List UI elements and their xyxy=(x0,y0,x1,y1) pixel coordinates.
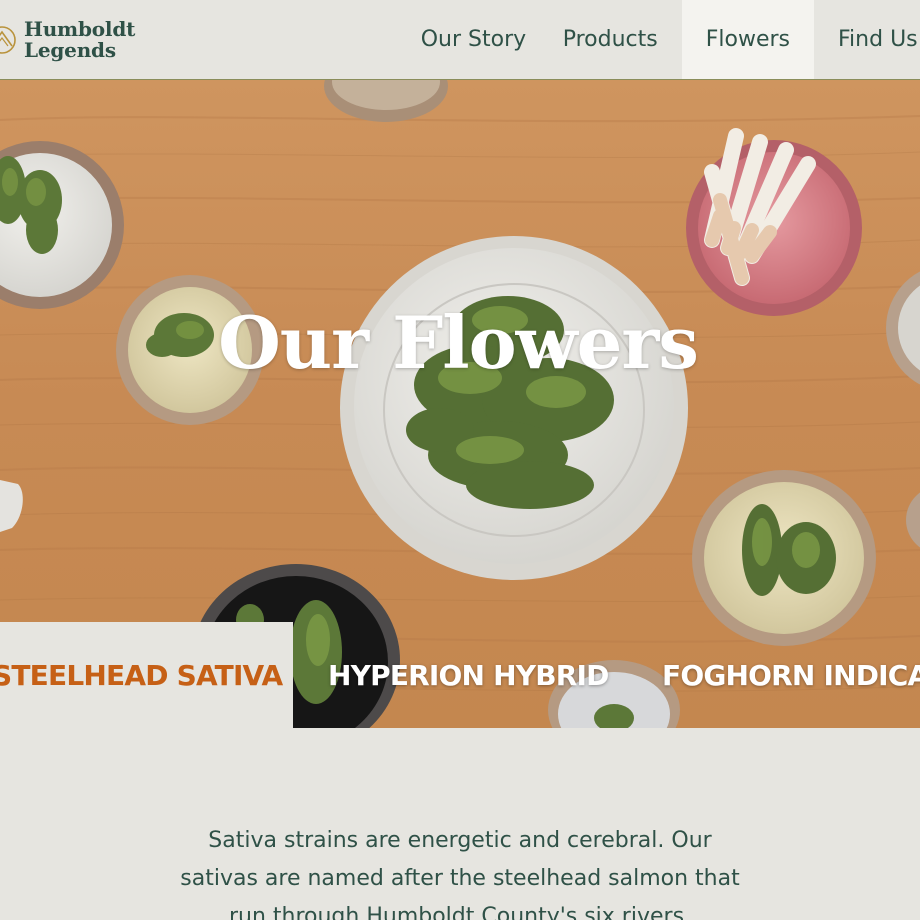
nav-item-products[interactable]: Products xyxy=(539,0,682,79)
tab-hyperion-hybrid[interactable]: HYPERION HYBRID xyxy=(328,622,609,728)
tab-label: FOGHORN INDICA xyxy=(662,658,920,692)
page: Humboldt Legends Our Story Products Flow… xyxy=(0,0,920,920)
nav-item-find-us[interactable]: Find Us xyxy=(814,0,920,79)
hero-title: Our Flowers xyxy=(218,300,699,385)
site-header: Humboldt Legends Our Story Products Flow… xyxy=(0,0,920,80)
tab-steelhead-sativa[interactable]: STEELHEAD SATIVA xyxy=(0,622,293,728)
brand-logo[interactable]: Humboldt Legends xyxy=(0,14,135,66)
mountain-circle-logo-icon xyxy=(0,26,16,54)
tab-label: STEELHEAD SATIVA xyxy=(0,658,283,692)
nav-item-our-story[interactable]: Our Story xyxy=(411,0,539,79)
description-line: Sativa strains are energetic and cerebra… xyxy=(208,828,712,853)
nav-item-flowers[interactable]: Flowers xyxy=(681,0,814,79)
main-nav: Our Story Products Flowers Find Us xyxy=(411,0,920,79)
strain-description: Sativa strains are energetic and cerebra… xyxy=(0,822,920,920)
brand-name: Humboldt Legends xyxy=(24,19,135,61)
brand-name-line1: Humboldt xyxy=(24,17,136,41)
tab-label: HYPERION HYBRID xyxy=(328,658,609,692)
strain-tabs: STEELHEAD SATIVA HYPERION HYBRID FOGHORN… xyxy=(0,622,920,728)
brand-name-line2: Legends xyxy=(24,38,116,62)
description-line: sativas are named after the steelhead sa… xyxy=(180,866,740,891)
tab-foghorn-indica[interactable]: FOGHORN INDICA xyxy=(662,622,920,728)
description-line: run through Humboldt County's six rivers… xyxy=(228,904,692,920)
